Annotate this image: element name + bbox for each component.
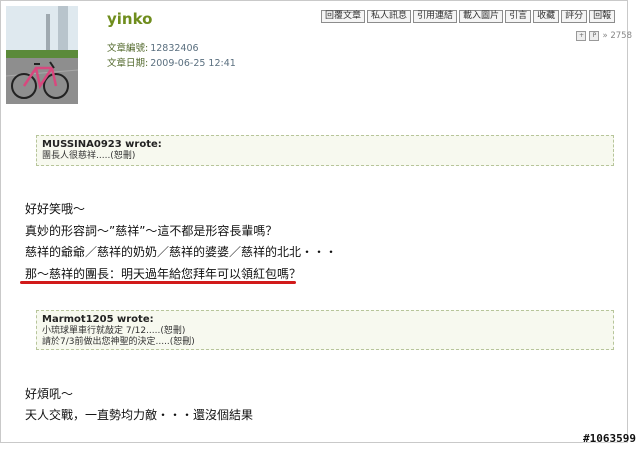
post-toolbar: 回覆文章 私人訊息 引用連結 載入圖片 引言 收藏 評分 回報 <box>321 10 616 23</box>
expand-icon[interactable]: + <box>576 31 587 41</box>
private-message-button[interactable]: 私人訊息 <box>367 10 412 23</box>
quote-text: 小琉球單車行就敲定 7/12.....(恕刪) <box>42 326 186 336</box>
post-text-line: 慈祥的爺爺／慈祥的奶奶／慈祥的婆婆／慈祥的北北・・・ <box>25 245 338 259</box>
quote-link-button[interactable]: 引用連結 <box>413 10 458 23</box>
avatar[interactable] <box>6 6 78 104</box>
post-text-line: 真妙的形容詞～”慈祥”～這不都是形容長輩嗎？ <box>25 224 278 238</box>
article-date: 2009-06-25 12:41 <box>150 58 236 69</box>
post-stats: + P » 2758 <box>576 31 632 41</box>
load-images-button[interactable]: 載入圖片 <box>459 10 504 23</box>
post-text-line: 天人交戰，一直勢均力敵・・・還沒個結果 <box>25 408 254 422</box>
quote-text: 請於7/3前做出您神聖的決定.....(恕刪) <box>42 337 195 347</box>
quote-button[interactable]: 引言 <box>505 10 532 23</box>
quote-block-1: MUSSINA0923 wrote: 團長人很慈祥.....(恕刪) <box>36 135 614 166</box>
article-date-label: 文章日期: <box>107 58 149 69</box>
quote-text: 團長人很慈祥.....(恕刪) <box>42 151 136 161</box>
report-button[interactable]: 回報 <box>589 10 616 23</box>
red-underline-annotation <box>20 281 296 284</box>
quote-author: MUSSINA0923 wrote: <box>42 139 162 150</box>
post-text-line: 那～慈祥的團長：明天過年給您拜年可以領紅包嗎？ <box>25 267 302 281</box>
page-icon[interactable]: P <box>589 31 600 41</box>
post-text-line: 好煩吼～ <box>25 387 74 401</box>
quote-author: Marmot1205 wrote: <box>42 314 154 325</box>
rate-button[interactable]: 評分 <box>561 10 588 23</box>
view-count: » 2758 <box>602 31 632 41</box>
article-id: 12832406 <box>150 43 199 54</box>
avatar-photo <box>6 6 78 104</box>
reply-button[interactable]: 回覆文章 <box>321 10 366 23</box>
favorite-button[interactable]: 收藏 <box>533 10 560 23</box>
article-id-row: 文章編號: 12832406 <box>107 40 199 54</box>
quote-block-2: Marmot1205 wrote: 小琉球單車行就敲定 7/12.....(恕刪… <box>36 310 614 350</box>
article-id-label: 文章編號: <box>107 43 149 54</box>
username[interactable]: yinko <box>107 10 152 28</box>
image-watermark: #1063599 <box>583 432 636 445</box>
article-date-row: 文章日期: 2009-06-25 12:41 <box>107 55 236 69</box>
post-text-line: 好好笑哦～ <box>25 202 86 216</box>
